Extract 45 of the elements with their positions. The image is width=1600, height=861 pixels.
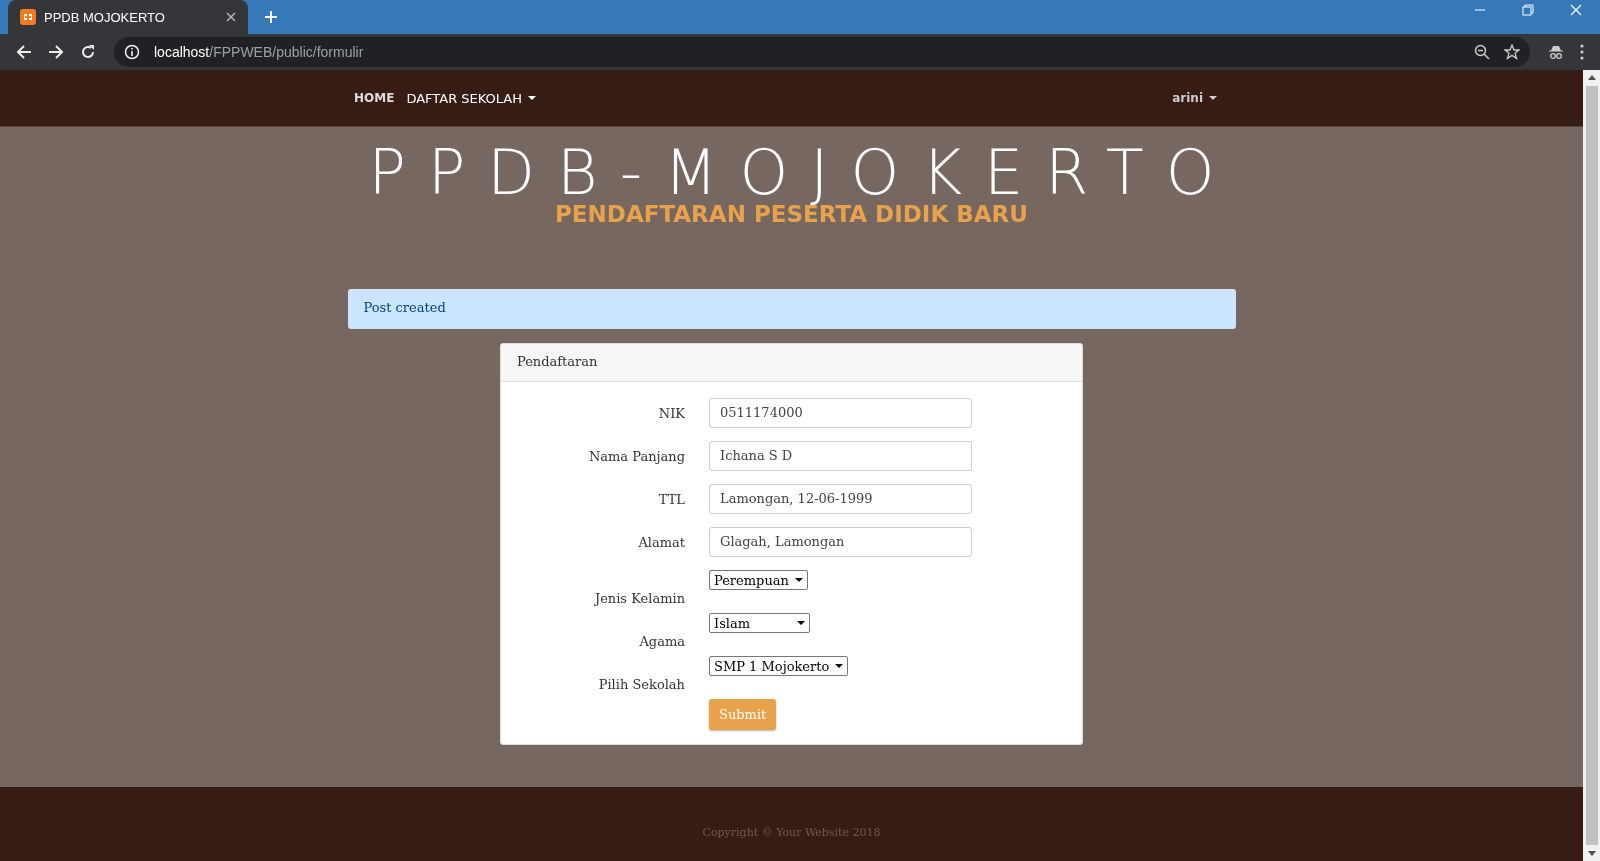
text-field[interactable]: Glagah, Lamongan xyxy=(709,527,972,557)
incognito-icon[interactable] xyxy=(1548,44,1564,60)
star-icon[interactable] xyxy=(1504,44,1520,60)
caret-icon xyxy=(835,664,844,668)
nav-link[interactable]: HOME xyxy=(354,91,395,105)
card-header: Pendaftaran xyxy=(501,344,1082,382)
tab-title: PPDB MOJOKERTO xyxy=(44,9,166,25)
field-label: NIK xyxy=(657,405,685,421)
field-label: Nama Panjang xyxy=(587,448,685,464)
text-field[interactable]: 0511174000 xyxy=(709,398,972,428)
scrollbar[interactable] xyxy=(1583,70,1600,861)
browser-tab[interactable]: PPDB MOJOKERTO xyxy=(8,0,248,34)
text-field[interactable]: Lamongan, 12-06-1999 xyxy=(709,484,972,514)
caret-icon xyxy=(528,96,537,100)
scroll-up-icon[interactable] xyxy=(1587,74,1596,80)
info-icon xyxy=(124,44,140,60)
close-icon[interactable] xyxy=(226,12,236,22)
scroll-thumb[interactable] xyxy=(1585,86,1598,845)
reload-icon[interactable] xyxy=(80,44,96,60)
field-label: Jenis Kelamin xyxy=(593,591,685,606)
app-logo-icon xyxy=(20,9,36,25)
caret-icon xyxy=(797,621,805,625)
nav-dropdown[interactable]: DAFTAR SEKOLAH xyxy=(406,90,537,106)
field-label: Alamat xyxy=(637,534,685,550)
caret-icon xyxy=(794,578,803,582)
user-menu[interactable]: arini xyxy=(1172,91,1217,105)
scroll-down-icon[interactable] xyxy=(1587,851,1596,857)
text-field[interactable]: Ichana S D xyxy=(709,441,972,471)
success-alert: Post created xyxy=(347,289,1236,329)
zoom-out-icon[interactable] xyxy=(1474,44,1490,60)
dropdown-select[interactable]: SMP 1 Mojokerto xyxy=(709,656,849,676)
menu-icon[interactable] xyxy=(1580,44,1584,60)
copyright-text: Copyright © Your Website 2018 xyxy=(702,825,881,839)
dropdown-select[interactable]: Perempuan xyxy=(709,570,808,590)
back-arrow-icon[interactable] xyxy=(16,44,32,60)
restore-icon[interactable] xyxy=(1522,4,1534,16)
field-label: Agama xyxy=(638,634,685,649)
dropdown-select[interactable]: Islam xyxy=(709,613,810,633)
field-label: TTL xyxy=(657,491,685,507)
forward-arrow-icon[interactable] xyxy=(48,44,64,60)
site-title: PPDB-MOJOKERTO xyxy=(368,143,1237,203)
field-label: Pilih Sekolah xyxy=(597,677,685,692)
plus-icon[interactable] xyxy=(264,10,278,24)
caret-icon xyxy=(1209,96,1217,100)
address-bar[interactable]: localhost/FPPWEB/public/formulir xyxy=(114,37,1530,67)
